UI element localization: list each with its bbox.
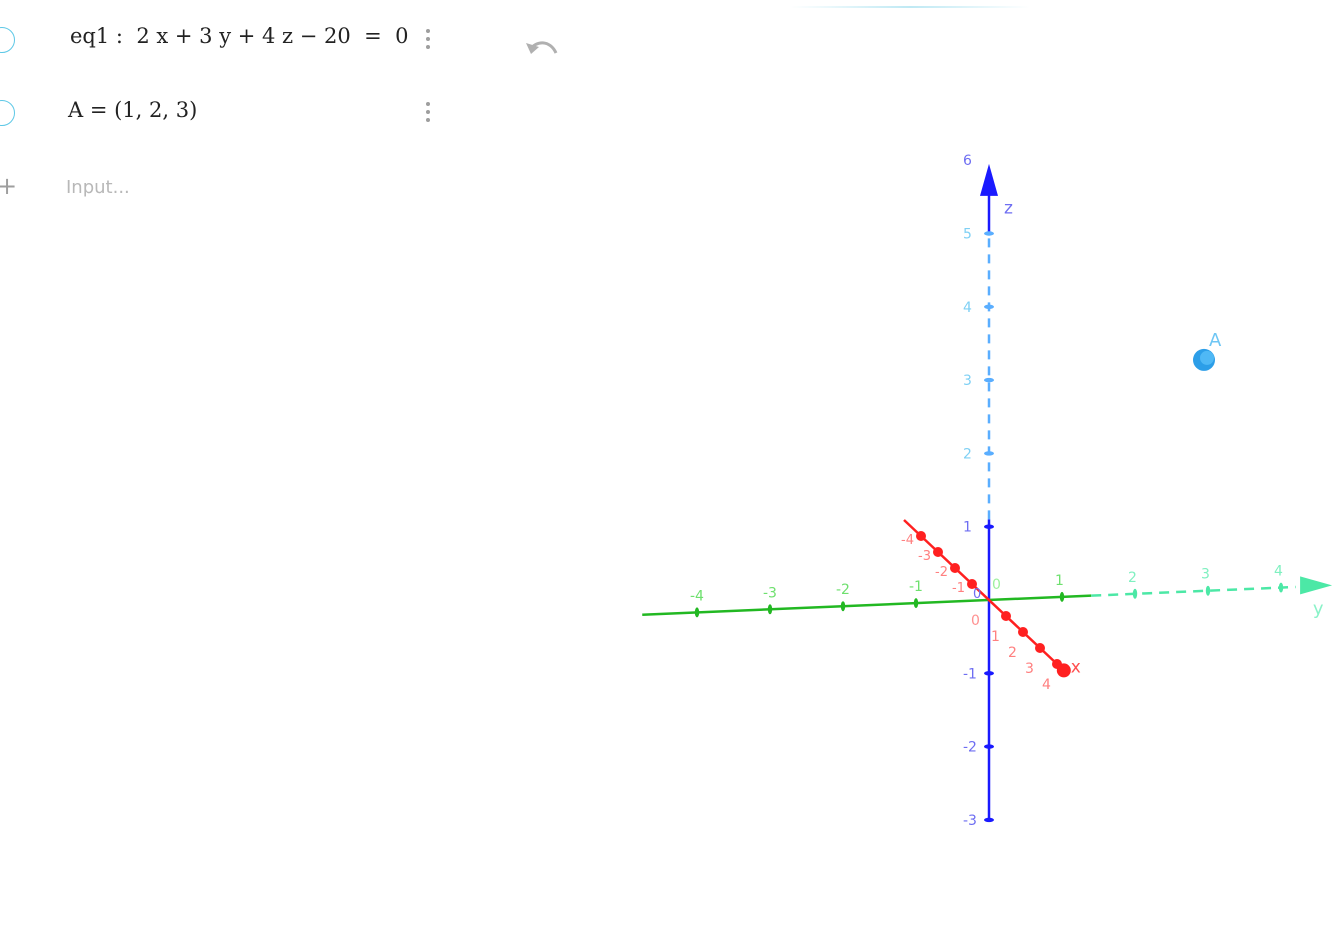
y-axis-arrow — [1300, 576, 1333, 595]
y-axis-line — [642, 594, 1092, 616]
y-tick-label: -4 — [690, 588, 704, 604]
z-tick-label: -3 — [963, 813, 977, 829]
z-tick-label: -2 — [963, 740, 977, 756]
algebra-input[interactable] — [64, 172, 398, 202]
x-axis-tick — [1001, 611, 1011, 621]
z-axis-arrow — [980, 163, 998, 196]
point-a-definition[interactable]: A = (1, 2, 3) — [68, 98, 197, 122]
x-tick-label: -3 — [918, 549, 931, 564]
y-axis-line-behind — [1091, 585, 1296, 597]
x-tick-label: 1 — [991, 629, 1000, 645]
y-axis-tick — [840, 601, 846, 612]
z-tick-label: 6 — [963, 153, 972, 169]
y-origin-label: 0 — [992, 577, 1001, 593]
x-tick-label: -1 — [952, 581, 965, 596]
point-layer[interactable]: A — [1193, 330, 1222, 371]
x-tick-label: 2 — [1008, 645, 1017, 661]
x-axis-tick — [933, 547, 943, 557]
visibility-toggle-icon[interactable] — [0, 100, 15, 126]
y-tick-label: 2 — [1128, 570, 1137, 586]
z-axis-tick — [984, 231, 994, 236]
y-axis-tick — [913, 598, 919, 609]
equation-eq1[interactable]: eq1 : 2 x + 3 y + 4 z − 20 = 0 — [70, 24, 408, 48]
z-origin-label: 0 — [973, 587, 981, 602]
x-tick-label: -2 — [935, 565, 948, 580]
algebra-item-eq1[interactable]: eq1 : 2 x + 3 y + 4 z − 20 = 0 — [0, 10, 455, 70]
z-axis-tick — [984, 671, 994, 676]
z-tick-label: 3 — [963, 373, 972, 389]
z-tick-label: 1 — [963, 520, 972, 536]
z-axis-tick — [984, 451, 994, 456]
point-a-highlight — [1200, 350, 1214, 365]
y-axis: -4 -3 -2 -1 1 2 3 4 0 y — [642, 564, 1333, 620]
z-axis-label: z — [1004, 199, 1013, 219]
z-axis-tick — [984, 304, 994, 309]
z-axis: -3 -2 -1 1 2 3 4 5 6 z — [963, 153, 1013, 829]
z-tick-label: 4 — [963, 300, 972, 316]
y-tick-label: 3 — [1201, 567, 1210, 583]
x-tick-label: 3 — [1025, 661, 1034, 677]
more-vertical-icon[interactable] — [421, 102, 435, 132]
y-tick-label: -3 — [763, 585, 777, 601]
x-axis-tick — [950, 563, 960, 573]
visibility-toggle-icon[interactable] — [0, 27, 15, 53]
z-tick-label: 2 — [963, 446, 972, 462]
y-axis-tick — [694, 607, 700, 618]
y-axis-tick — [1059, 591, 1065, 602]
x-axis-tick — [916, 531, 926, 541]
y-axis-tick — [1278, 582, 1284, 593]
z-axis-tick — [984, 817, 994, 823]
x-tick-label: 4 — [1042, 677, 1051, 693]
y-tick-label: -1 — [909, 579, 923, 595]
z-tick-label: -1 — [963, 666, 977, 682]
plus-icon[interactable]: + — [0, 174, 17, 198]
y-axis-label: y — [1313, 599, 1324, 620]
x-origin-label: 0 — [971, 613, 980, 629]
graphics-3d-view[interactable]: -3-2-1123456z -4 -3 -2 -1 1 2 3 40y -4-3-2-1123… — [455, 0, 1335, 930]
point-a-label: A — [1209, 330, 1222, 351]
z-axis-tick — [984, 524, 994, 529]
more-vertical-icon[interactable] — [421, 29, 435, 59]
z-axis-tick — [984, 377, 994, 383]
x-axis-tick — [1018, 627, 1028, 637]
y-axis-tick — [1132, 588, 1138, 599]
y-tick-label: -2 — [836, 582, 850, 598]
x-axis-tick — [1052, 659, 1062, 669]
y-axis-tick — [767, 604, 773, 615]
z-tick-label: 5 — [963, 227, 972, 243]
z-axis-tick — [984, 744, 994, 749]
y-tick-label: 1 — [1055, 573, 1064, 589]
algebra-item-point-a[interactable]: A = (1, 2, 3) — [0, 82, 455, 142]
x-axis-tick — [1035, 643, 1045, 653]
x-axis: -4-3-2-1123400x — [901, 519, 1081, 693]
x-tick-label: -4 — [901, 533, 914, 548]
algebra-view: eq1 : 2 x + 3 y + 4 z − 20 = 0 A = (1, 2… — [0, 0, 455, 930]
y-tick-label: 4 — [1274, 564, 1283, 580]
y-axis-tick — [1205, 585, 1211, 596]
x-axis-label: x — [1071, 657, 1081, 677]
